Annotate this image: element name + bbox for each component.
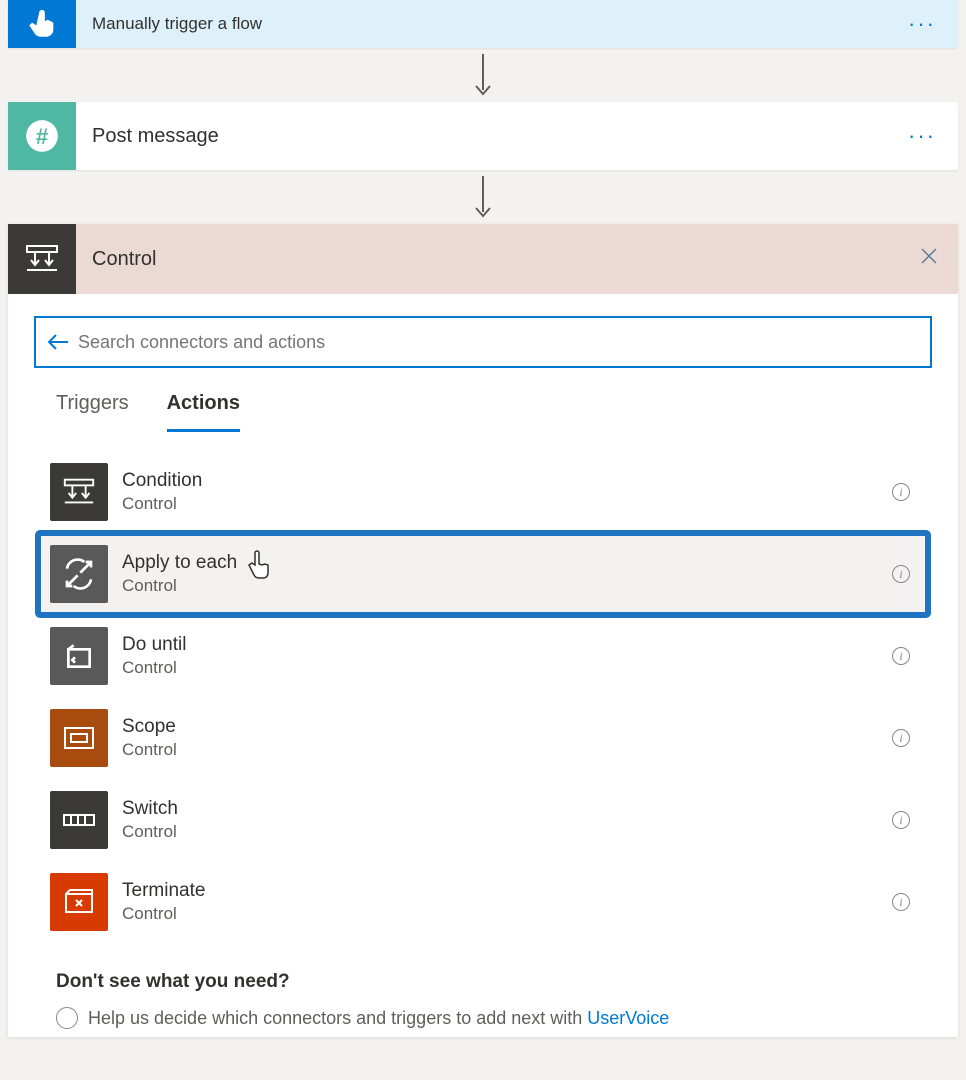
action-do-until[interactable]: Do until Control i [38,615,928,697]
search-connectors[interactable] [34,316,932,368]
action-list: Condition Control i Apply to each Contro… [34,433,932,943]
action-sub: Control [122,576,892,596]
tabs: Triggers Actions [34,368,932,433]
step-post-menu[interactable]: ··· [886,123,958,149]
footer-help: Don't see what you need? Help us decide … [34,943,932,1037]
scope-icon [50,709,108,767]
action-sub: Control [122,904,892,924]
action-name: Terminate [122,880,892,902]
action-scope[interactable]: Scope Control i [38,697,928,779]
manual-trigger-icon [8,0,76,48]
action-terminate[interactable]: Terminate Control i [38,861,928,943]
footer-text: Help us decide which connectors and trig… [88,1008,587,1028]
close-icon[interactable] [900,247,958,271]
back-arrow-icon[interactable] [46,332,70,352]
control-icon [8,224,76,294]
hashtag-icon: # [8,102,76,170]
step-trigger-menu[interactable]: ··· [886,11,958,37]
do-until-icon [50,627,108,685]
terminate-icon [50,873,108,931]
arrow-down-icon [8,170,958,224]
face-icon [56,1007,78,1029]
uservoice-link[interactable]: UserVoice [587,1008,669,1028]
action-sub: Control [122,740,892,760]
info-icon[interactable]: i [892,647,910,665]
action-name: Apply to each [122,552,892,574]
step-post-title: Post message [76,125,886,148]
search-input[interactable] [78,332,920,353]
control-panel: Control Triggers Actions [8,224,958,1037]
action-switch[interactable]: Switch Control i [38,779,928,861]
apply-each-icon [50,545,108,603]
action-name: Scope [122,716,892,738]
control-header: Control [8,224,958,294]
arrow-down-icon [8,48,958,102]
action-apply-to-each[interactable]: Apply to each Control i [38,533,928,615]
svg-text:#: # [36,124,48,149]
action-sub: Control [122,494,892,514]
action-sub: Control [122,822,892,842]
action-sub: Control [122,658,892,678]
footer-question: Don't see what you need? [56,971,910,993]
info-icon[interactable]: i [892,565,910,583]
step-trigger-title: Manually trigger a flow [76,14,886,34]
tab-triggers[interactable]: Triggers [56,392,129,432]
action-name: Do until [122,634,892,656]
info-icon[interactable]: i [892,893,910,911]
control-title: Control [76,248,900,271]
step-post-message[interactable]: # Post message ··· [8,102,958,170]
action-condition[interactable]: Condition Control i [38,451,928,533]
action-name: Condition [122,470,892,492]
switch-icon [50,791,108,849]
action-name: Switch [122,798,892,820]
step-trigger[interactable]: Manually trigger a flow ··· [8,0,958,48]
tab-actions[interactable]: Actions [167,392,240,432]
condition-icon [50,463,108,521]
info-icon[interactable]: i [892,483,910,501]
info-icon[interactable]: i [892,729,910,747]
info-icon[interactable]: i [892,811,910,829]
